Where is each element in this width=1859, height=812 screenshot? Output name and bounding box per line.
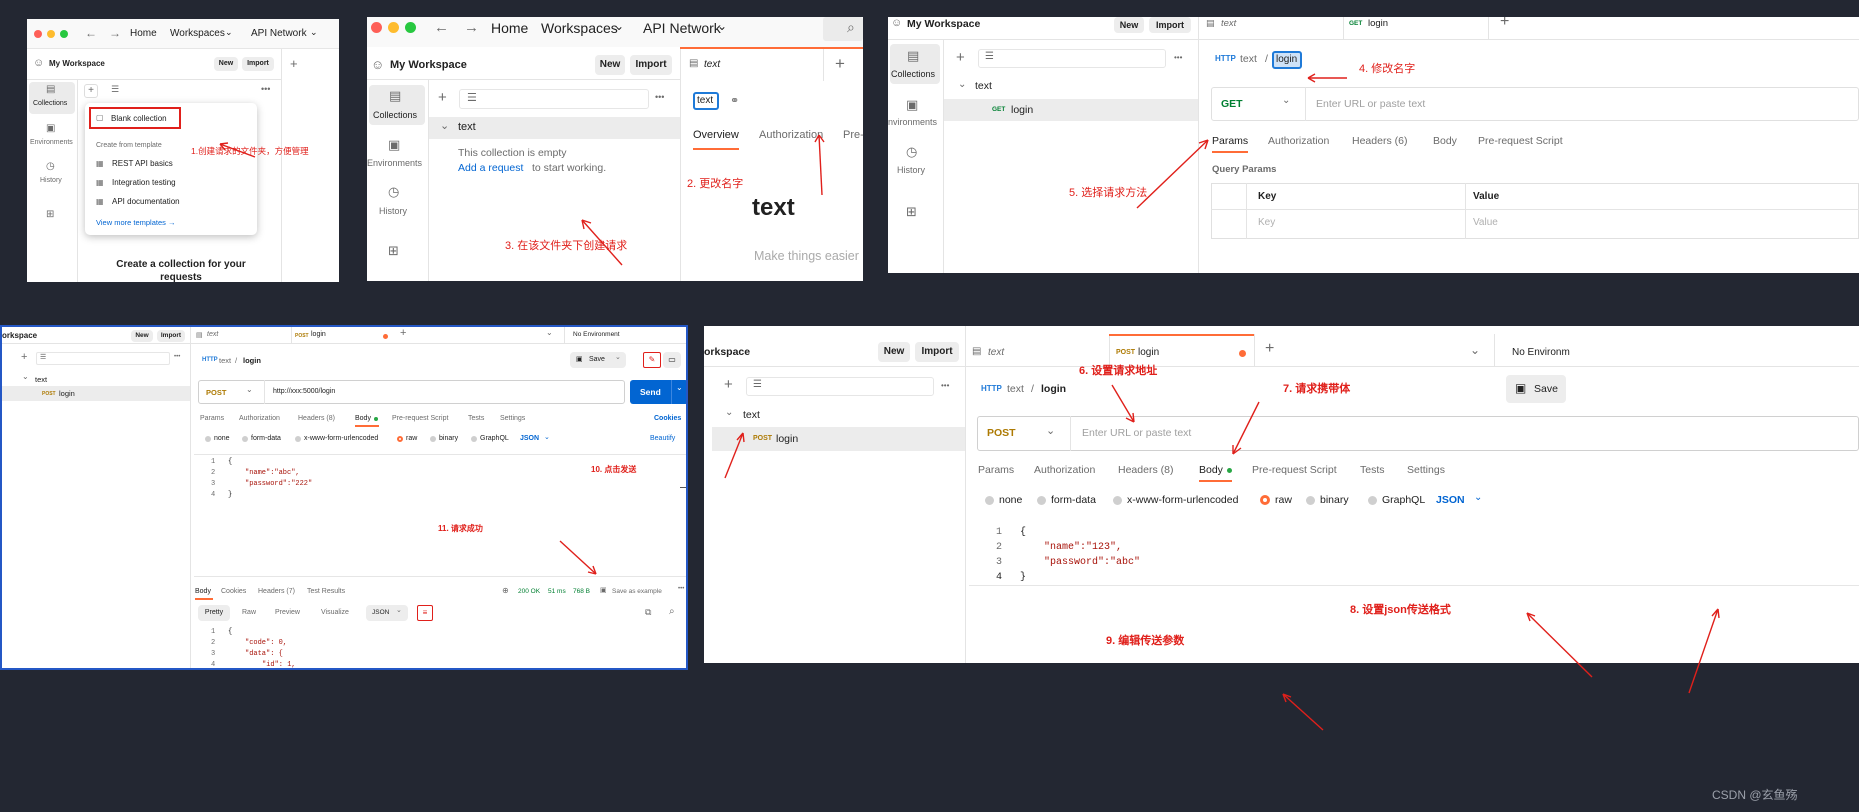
arrow: [1136, 139, 1209, 209]
watermark: CSDN @玄鱼殇: [1712, 788, 1798, 802]
arrow: [559, 540, 597, 575]
arrow: [219, 143, 256, 158]
arrow: [1526, 612, 1593, 678]
arrow: [1232, 401, 1260, 455]
annotation-arrows: [219, 73, 1720, 731]
arrow: [818, 134, 823, 196]
arrow: [1111, 384, 1135, 423]
arrow: [1688, 608, 1719, 694]
arrow: [1282, 693, 1324, 731]
arrow: [724, 432, 744, 479]
arrow: [581, 219, 623, 266]
